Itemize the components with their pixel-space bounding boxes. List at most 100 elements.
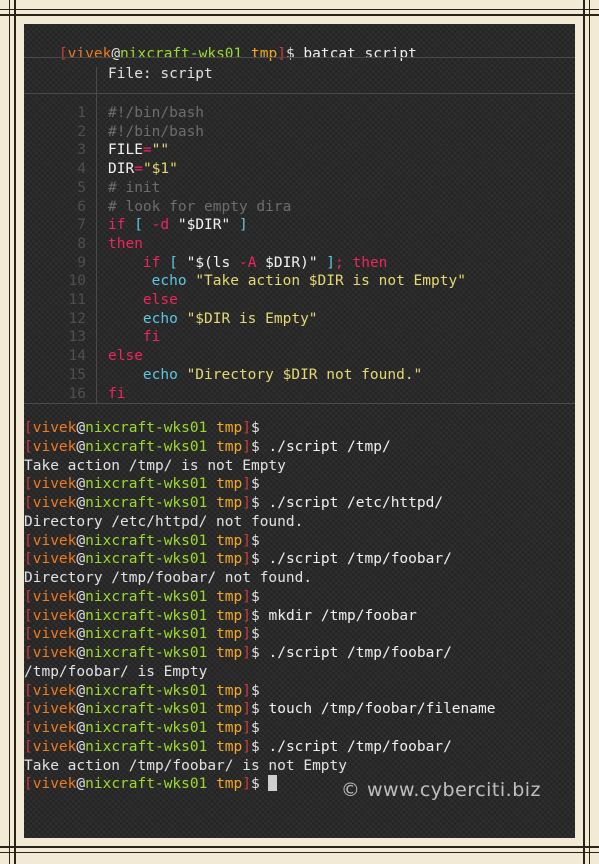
- prompt-user: vivek: [32, 738, 77, 755]
- line-number: 14: [68, 348, 86, 365]
- prompt-host: nixcraft-wks01: [85, 607, 208, 624]
- prompt-open-bracket: [: [58, 45, 68, 62]
- prompt-user: vivek: [32, 701, 77, 718]
- prompt-dir: tmp: [216, 682, 243, 699]
- prompt-host: nixcraft-wks01: [85, 720, 208, 736]
- code-line: fi: [108, 385, 125, 404]
- prompt-open-bracket: [: [24, 438, 33, 455]
- line-number: 10: [68, 273, 86, 290]
- code-token: -d: [151, 217, 170, 234]
- prompt-dir: tmp: [216, 645, 243, 661]
- prompt-close-bracket: ]: [242, 720, 252, 736]
- prompt-line: [vivek@nixcraft-wks01 tmp]$ ./script /tm…: [24, 438, 391, 457]
- prompt-at: @: [76, 551, 86, 568]
- line-number: 4: [77, 161, 86, 178]
- prompt-dollar: $: [251, 682, 260, 699]
- prompt-line: [vivek@nixcraft-wks01 tmp]$: [24, 625, 268, 644]
- prompt-host: nixcraft-wks01: [85, 776, 208, 793]
- prompt-dir: tmp: [216, 701, 243, 718]
- prompt-close-bracket: ]: [242, 438, 252, 455]
- prompt-line: [vivek@nixcraft-wks01 tmp]$: [24, 419, 268, 438]
- prompt-close-bracket: ]: [242, 701, 252, 718]
- prompt-dollar: $: [251, 495, 260, 511]
- prompt-dir: tmp: [216, 588, 243, 605]
- prompt-open-bracket: [: [24, 738, 33, 755]
- prompt-user: vivek: [32, 420, 77, 436]
- code-token: [: [134, 217, 143, 234]
- prompt-dir: tmp: [216, 720, 243, 736]
- prompt-close-bracket: ]: [242, 476, 252, 493]
- prompt-dollar: $: [251, 720, 260, 736]
- prompt-open-bracket: [: [24, 776, 33, 793]
- prompt-open-bracket: [: [24, 626, 33, 643]
- line-number: 11: [68, 292, 86, 308]
- code-line: if [ -d "$DIR" ]: [108, 216, 248, 235]
- prompt-dir: tmp: [216, 438, 243, 455]
- prompt-user: vivek: [67, 45, 112, 62]
- prompt-open-bracket: [: [24, 607, 33, 624]
- prompt-host: nixcraft-wks01: [120, 45, 243, 62]
- prompt-host: nixcraft-wks01: [85, 682, 208, 699]
- line-number: 3: [77, 142, 86, 159]
- command-text: ./script /etc/httpd/: [268, 495, 444, 511]
- output-line: Directory /tmp/foobar/ not found.: [24, 569, 312, 588]
- code-token: [: [169, 254, 178, 271]
- prompt-host: nixcraft-wks01: [85, 420, 208, 436]
- cursor-block[interactable]: [268, 775, 278, 792]
- line-number: 12: [68, 310, 86, 327]
- code-token: "Directory $DIR not found.": [186, 366, 423, 383]
- line-number: 8: [77, 235, 86, 252]
- frame-top-line: [0, 9, 599, 10]
- prompt-user: vivek: [32, 607, 77, 624]
- prompt-close-bracket: ]: [242, 588, 252, 605]
- code-token: echo: [142, 366, 178, 383]
- prompt-dollar: $: [251, 645, 260, 661]
- prompt-host: nixcraft-wks01: [85, 701, 208, 718]
- prompt-host: nixcraft-wks01: [85, 438, 208, 455]
- code-token: # init: [108, 179, 161, 196]
- frame-right-line: [583, 0, 585, 864]
- code-token: "Take action $DIR is not Empty": [195, 273, 466, 290]
- prompt-close-bracket: ]: [242, 682, 252, 699]
- command-text: mkdir /tmp/foobar: [268, 607, 417, 624]
- line-number: 16: [68, 385, 86, 402]
- code-token: =: [142, 142, 152, 159]
- prompt-host: nixcraft-wks01: [85, 551, 208, 568]
- code-token: "$1": [142, 161, 178, 178]
- prompt-close-bracket: ]: [277, 45, 286, 62]
- prompt-dir: tmp: [251, 45, 278, 62]
- output-line: /tmp/foobar/ is Empty: [24, 663, 207, 682]
- code-token: "$(ls: [177, 254, 239, 271]
- prompt-user: vivek: [32, 645, 77, 661]
- prompt-at: @: [76, 495, 86, 511]
- prompt-dir: tmp: [216, 532, 243, 549]
- code-token: FILE: [108, 142, 143, 159]
- prompt-open-bracket: [: [24, 495, 33, 511]
- code-line: fi: [108, 328, 160, 347]
- code-token: fi: [142, 329, 161, 346]
- prompt-host: nixcraft-wks01: [85, 738, 208, 755]
- prompt-close-bracket: ]: [242, 607, 252, 624]
- prompt-host: nixcraft-wks01: [85, 645, 208, 661]
- prompt-open-bracket: [: [24, 420, 33, 436]
- line-number: 6: [77, 198, 86, 215]
- prompt-dir: tmp: [216, 476, 243, 493]
- prompt-line: [vivek@nixcraft-wks01 tmp]$ ./script /tm…: [24, 644, 452, 663]
- prompt-user: vivek: [32, 626, 77, 643]
- prompt-dollar: $: [251, 738, 260, 755]
- prompt-user: vivek: [32, 776, 77, 793]
- terminal-window[interactable]: [vivek@nixcraft-wks01 tmp]$ batcat scrip…: [24, 24, 575, 838]
- output-line: Take action /tmp/foobar/ is not Empty: [24, 757, 347, 776]
- line-number: 5: [77, 179, 86, 196]
- prompt-line: [vivek@nixcraft-wks01 tmp]$: [24, 588, 268, 607]
- prompt-close-bracket: ]: [242, 532, 252, 549]
- code-line: FILE="": [108, 141, 169, 160]
- prompt-at: @: [76, 438, 86, 455]
- code-token: -A: [238, 254, 257, 271]
- prompt-open-bracket: [: [24, 682, 33, 699]
- code-token: then: [108, 235, 143, 252]
